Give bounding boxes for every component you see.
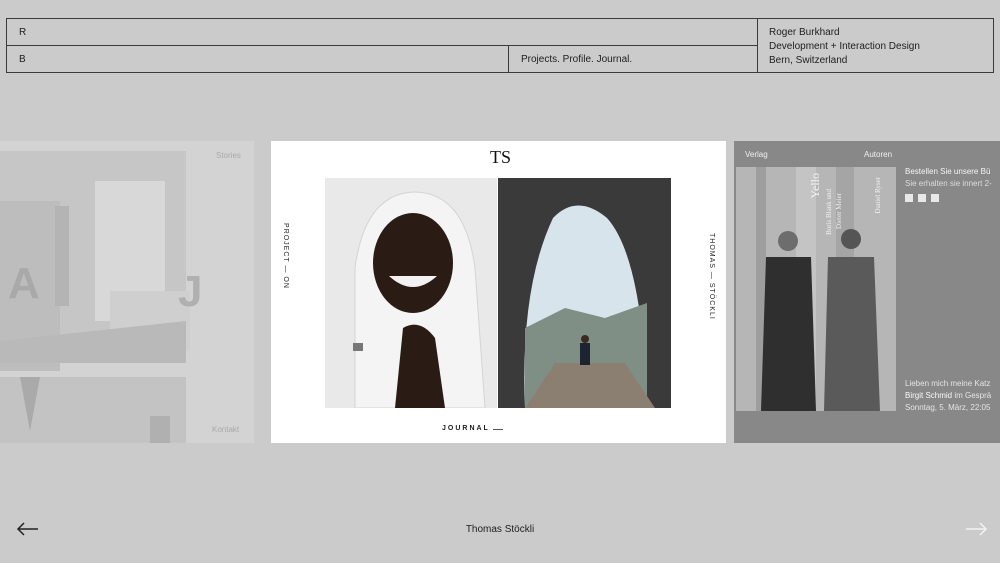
quote-date: Sonntag, 5. März, 22:05: [905, 403, 991, 412]
logo-letter-r[interactable]: R: [19, 27, 26, 39]
journal-dash: [493, 429, 503, 430]
quote-author-rest: im Gesprä: [952, 391, 992, 400]
stories-link[interactable]: Stories: [216, 151, 241, 160]
current-project-caption: Thomas Stöckli: [465, 524, 535, 535]
instagram-icon[interactable]: [931, 194, 939, 202]
site-header: R B Projects. Profile. Journal. Roger Bu…: [6, 18, 994, 73]
quote-author-link[interactable]: Birgit Schmid: [905, 391, 952, 400]
quote-line: Lieben mich meine Katz: [905, 379, 991, 388]
header-divider: [7, 45, 757, 46]
vertical-label-name: THOMAS — STÖCKLI: [708, 233, 715, 320]
book-title: Yello: [808, 173, 822, 199]
quote-author-line: Birgit Schmid im Gesprä: [905, 391, 991, 400]
vertical-label-project: PROJECT — ON: [282, 223, 289, 289]
order-title: Bestellen Sie unsere Bü: [905, 167, 991, 176]
header-divider: [508, 45, 509, 72]
letter-j: J: [178, 267, 203, 316]
book-author-2: Dieter Meier: [835, 193, 843, 229]
logo-letter-b[interactable]: B: [19, 54, 26, 66]
book-author-3: Daniel Ryser: [874, 177, 882, 214]
journal-label[interactable]: JOURNAL: [442, 425, 490, 432]
letter-a: A: [8, 259, 40, 308]
project-hero-image: [325, 178, 671, 408]
nav-verlag[interactable]: Verlag: [745, 150, 768, 159]
owner-location: Bern, Switzerland: [769, 55, 848, 66]
header-divider: [757, 19, 758, 72]
book-author-1: Boris Blank und: [825, 189, 833, 235]
nav-autoren[interactable]: Autoren: [864, 150, 892, 159]
owner-role: Development + Interaction Design: [769, 41, 920, 52]
ts-logo: TS: [490, 147, 512, 167]
book-cover-image: [736, 167, 896, 411]
project-slide-previous[interactable]: A J Stories Kontakt: [0, 141, 254, 443]
twitter-icon[interactable]: [905, 194, 913, 202]
facebook-icon[interactable]: [918, 194, 926, 202]
owner-name: Roger Burkhard: [769, 27, 840, 38]
main-nav[interactable]: Projects. Profile. Journal.: [521, 54, 632, 66]
project-slide-next[interactable]: Verlag Autoren Yello Boris Blank und Die…: [734, 141, 1000, 443]
arrow-right-icon[interactable]: [964, 522, 988, 536]
kontakt-link[interactable]: Kontakt: [212, 425, 239, 434]
order-subtitle: Sie erhalten sie innert 2-: [905, 179, 992, 188]
project-slide-current[interactable]: TS PROJECT — ON THOMAS — STÖCKLI JOURNAL: [271, 141, 726, 443]
